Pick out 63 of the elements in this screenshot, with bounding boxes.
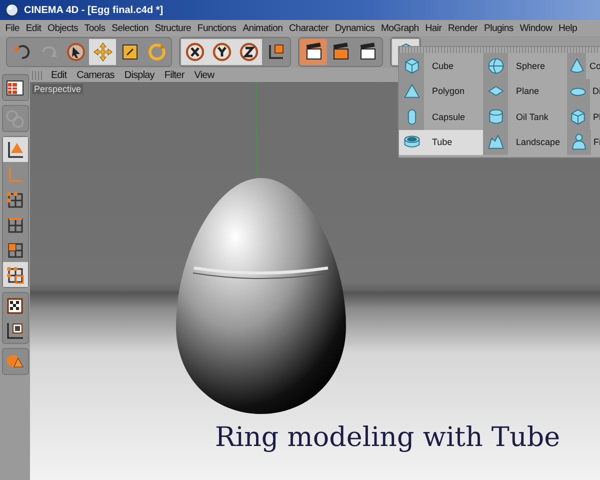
cone-icon	[568, 56, 586, 75]
checker-axis-icon	[5, 320, 25, 340]
spheres-icon	[5, 108, 25, 128]
menu-item[interactable]: Objects	[44, 22, 82, 34]
menu-item[interactable]: Cameras	[72, 70, 120, 80]
z-axis-icon	[238, 42, 258, 62]
menu-item[interactable]: Functions	[194, 22, 240, 34]
landscape-icon	[486, 133, 504, 152]
menu-item[interactable]: Tools	[81, 22, 108, 34]
checker-icon	[5, 296, 25, 316]
menu-item[interactable]: Dynamics	[332, 22, 378, 34]
rotate-icon	[146, 42, 166, 62]
oiltank-icon	[486, 108, 504, 126]
menu-item[interactable]: Animation	[240, 22, 286, 34]
figure-icon	[570, 133, 588, 152]
caption: Ring modeling with Tube	[215, 422, 560, 453]
sphere-icon	[486, 56, 504, 75]
uv-grid-icon	[5, 264, 25, 284]
menu-item[interactable]: MoGraph	[378, 22, 422, 34]
tool-button[interactable]	[300, 39, 327, 65]
tool-button[interactable]	[181, 39, 208, 65]
menu-item[interactable]: File	[2, 22, 23, 34]
window-title: CINEMA 4D - [Egg final.c4d *]	[24, 4, 164, 16]
y-axis-icon	[212, 42, 232, 62]
grip-handle[interactable]	[32, 70, 42, 80]
menu-item[interactable]: Edit	[46, 70, 72, 80]
x-axis-icon	[184, 42, 204, 62]
scale-icon	[120, 42, 140, 62]
menu-item[interactable]: Cube	[399, 53, 483, 78]
menu-item[interactable]: View	[189, 70, 220, 80]
menu-item[interactable]: Oil Tank	[483, 104, 567, 130]
undo-icon	[12, 42, 32, 62]
cube-icon	[402, 56, 420, 75]
platonic-icon	[569, 108, 588, 126]
move-arrows-icon	[92, 42, 112, 62]
menu-item[interactable]: Sphere	[483, 53, 567, 78]
menu-item[interactable]: Hair	[422, 22, 445, 34]
cone-axis-icon	[5, 140, 25, 160]
tool-button[interactable]	[235, 39, 262, 65]
sphere-logo-icon	[5, 3, 19, 17]
menu-item[interactable]: Structure	[152, 22, 194, 34]
menu-item[interactable]: Landscape	[483, 130, 567, 155]
menu-item[interactable]: Edit	[22, 22, 44, 34]
menu-item[interactable]: Filter	[159, 70, 190, 80]
points-grid-icon	[5, 190, 25, 210]
viewport-label: Perspective	[32, 84, 84, 94]
menu-item[interactable]: Window	[516, 22, 556, 34]
layout-icon	[5, 78, 25, 98]
tool-button[interactable]	[2, 137, 28, 162]
menu-item[interactable]: Tube	[399, 130, 483, 155]
menu-item[interactable]: Character	[286, 22, 332, 34]
menu-item[interactable]: Plugins	[480, 22, 517, 34]
cursor-icon	[66, 42, 86, 62]
menu-item[interactable]: Help	[555, 22, 580, 34]
menu-item[interactable]: Render	[444, 22, 481, 34]
tool-button[interactable]	[2, 262, 28, 287]
clapperboard-icon	[330, 42, 350, 62]
menu-item[interactable]: Display	[119, 70, 160, 80]
polygon-icon	[402, 82, 420, 100]
clapperboard-icon	[358, 42, 378, 62]
menu-item[interactable]: Selection	[108, 22, 152, 34]
clapperboard-icon	[304, 42, 324, 62]
menu-item[interactable]: Capsule	[399, 104, 483, 130]
